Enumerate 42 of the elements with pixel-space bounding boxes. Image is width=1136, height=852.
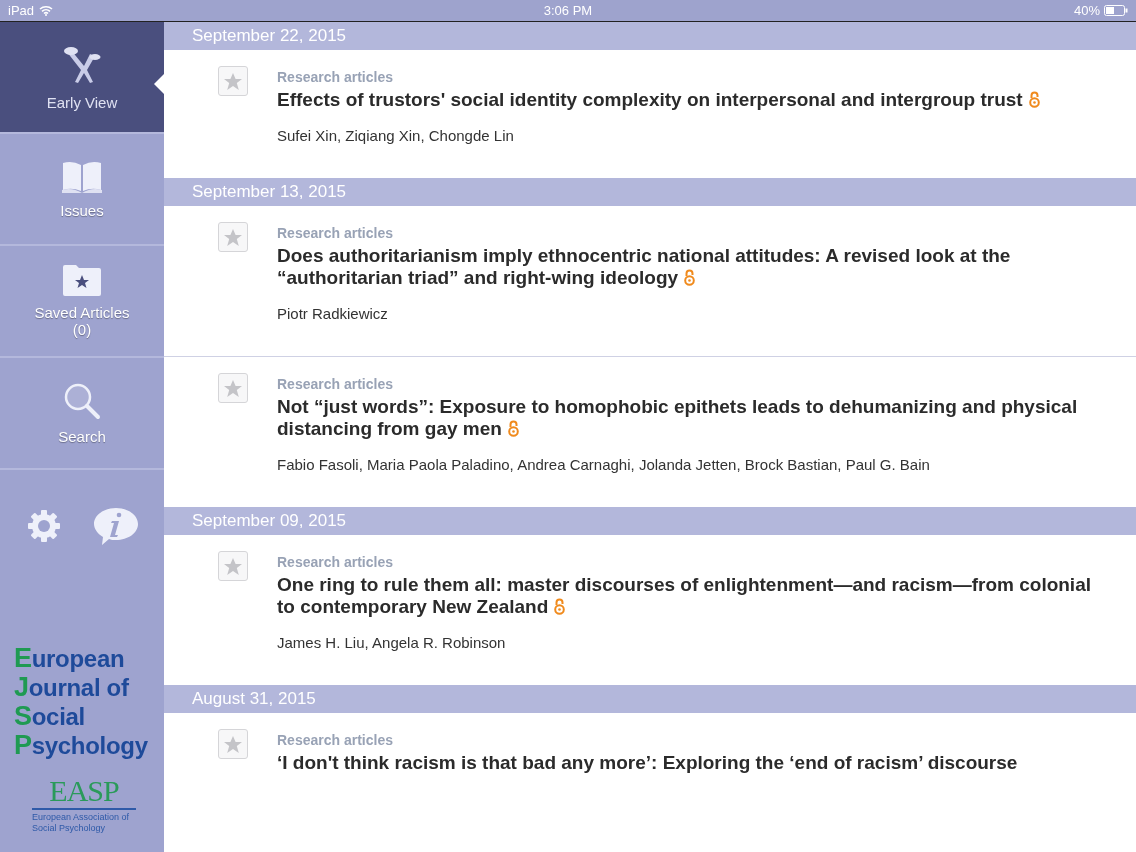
article-category: Research articles (277, 376, 394, 392)
star-icon (223, 734, 243, 754)
date-header: September 13, 2015 (164, 178, 1136, 206)
article-category: Research articles (277, 554, 394, 570)
journal-logo: European Journal of Social Psychology (14, 644, 149, 760)
article-authors: Piotr Radkiewicz (277, 305, 389, 322)
star-icon (223, 378, 243, 398)
wifi-icon (39, 5, 54, 16)
settings-icon (25, 508, 62, 544)
date-header: August 31, 2015 (164, 685, 1136, 713)
society-name: European Association of Social Psychology (32, 812, 131, 834)
article-title[interactable]: Not “just words”: Exposure to homophobic epithets leads to dehumanizing and physical distancing from gay men (277, 396, 1096, 440)
date-header: September 22, 2015 (164, 22, 1136, 50)
save-star-button[interactable] (218, 551, 248, 581)
clock-time: 3:06 PM (543, 3, 593, 18)
article-category: Research articles (277, 732, 394, 748)
star-icon (223, 71, 243, 91)
save-star-button[interactable] (218, 66, 248, 96)
open-book-icon (61, 159, 103, 194)
star-icon (223, 227, 243, 247)
article-title[interactable]: Does authoritarianism imply ethnocentric national attitudes: A revised look at the “authoritarian triad” and right-wing ideology (277, 245, 1096, 289)
article-category: Research articles (277, 225, 394, 241)
search-icon (63, 381, 101, 420)
sidebar-item[interactable]: Early View (0, 22, 164, 134)
save-star-button[interactable] (218, 222, 248, 252)
battery-icon (1104, 5, 1128, 16)
date-header: September 09, 2015 (164, 507, 1136, 535)
star-icon (223, 556, 243, 576)
info-bubble-icon (92, 506, 139, 546)
article-title[interactable]: ‘I don't think racism is that bad any more’: Exploring the ‘end of racism’ discourse (277, 752, 1018, 774)
star-folder-icon (62, 264, 102, 296)
article-authors: Fabio Fasoli, Maria Paola Paladino, Andrea Carnaghi, Jolanda Jetten, Brock Bastian, Paul G. Bain (277, 456, 931, 473)
article-authors: Sufei Xin, Ziqiang Xin, Chongde Lin (277, 127, 515, 144)
article-category: Research articles (277, 69, 394, 85)
article-authors: James H. Liu, Angela R. Robinson (277, 634, 507, 651)
article-title[interactable]: One ring to rule them all: master discourses of enlightenment—and racism—from colonial to contemporary New Zealand (277, 574, 1096, 618)
save-star-button[interactable] (218, 729, 248, 759)
battery-percent: 40% (1073, 3, 1100, 18)
article-title[interactable]: Effects of trustors' social identity complexity on interpersonal and intergroup trust (277, 89, 1040, 111)
save-star-button[interactable] (218, 373, 248, 403)
device-name: iPad (8, 3, 35, 18)
society-logo-mark: EASP (32, 774, 136, 810)
